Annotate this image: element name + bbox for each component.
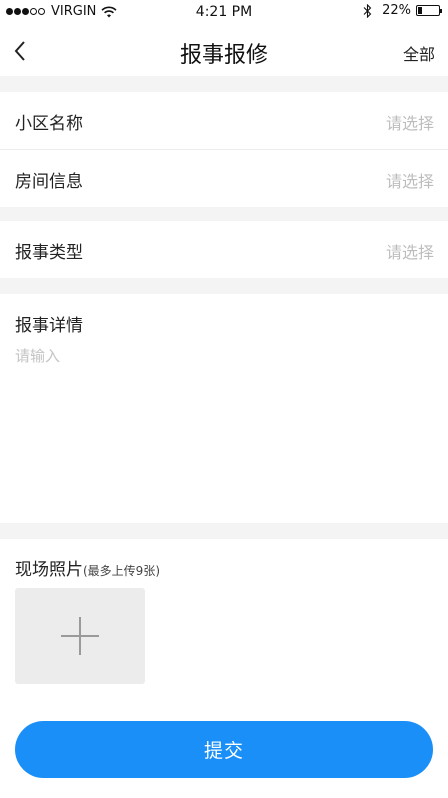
- details-input[interactable]: [15, 343, 433, 513]
- photos-label-text: 现场照片: [15, 560, 83, 580]
- nav-bar: 报事报修 全部: [0, 26, 448, 76]
- plus-icon-vertical: [79, 617, 81, 655]
- community-selector[interactable]: 小区名称 请选择: [0, 92, 448, 149]
- section-gap: [0, 523, 448, 539]
- all-button[interactable]: 全部: [403, 41, 435, 65]
- status-right: 22%: [363, 3, 442, 18]
- room-label: 房间信息: [15, 172, 83, 192]
- community-label: 小区名称: [15, 114, 83, 134]
- room-selector[interactable]: 房间信息 请选择: [0, 150, 448, 207]
- room-value: 请选择: [385, 172, 434, 191]
- add-photo-button[interactable]: [15, 588, 145, 684]
- battery-icon: [416, 5, 442, 16]
- status-bar: VIRGIN 4:21 PM 22%: [0, 0, 448, 26]
- community-value: 请选择: [385, 114, 434, 133]
- report-type-label: 报事类型: [15, 243, 83, 263]
- battery-percent: 22%: [382, 3, 411, 18]
- submit-button[interactable]: 提交: [15, 721, 433, 778]
- report-type-value: 请选择: [385, 243, 434, 262]
- details-label: 报事详情: [15, 316, 83, 336]
- section-gap: [0, 278, 448, 294]
- section-gap: [0, 207, 448, 221]
- photos-limit-hint: (最多上传9张): [83, 564, 160, 578]
- photos-label: 现场照片(最多上传9张): [15, 555, 160, 580]
- bluetooth-icon: [363, 3, 372, 18]
- section-gap: [0, 76, 448, 92]
- report-type-selector[interactable]: 报事类型 请选择: [0, 221, 448, 278]
- page-title: 报事报修: [179, 43, 268, 68]
- battery-level: [418, 7, 422, 14]
